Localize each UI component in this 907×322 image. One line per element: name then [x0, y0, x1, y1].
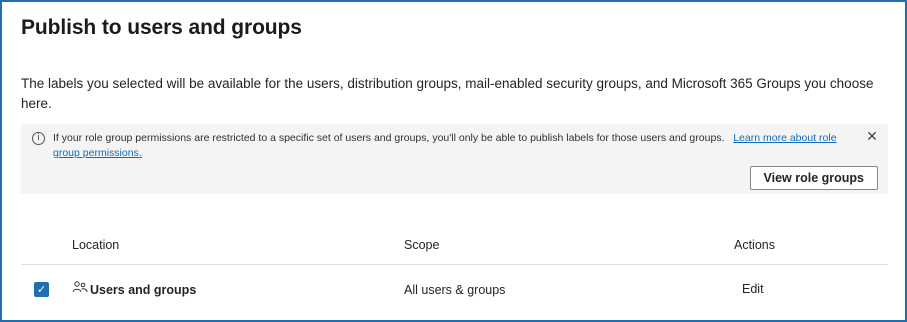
table-row: ✓ Users and groups All users & groups Ed…: [21, 274, 888, 304]
column-header-actions: Actions: [734, 238, 775, 252]
info-icon: i: [32, 132, 45, 145]
close-icon[interactable]: ✕: [865, 130, 879, 144]
users-icon: [72, 281, 88, 293]
info-message-text: If your role group permissions are restr…: [53, 132, 725, 144]
edit-button[interactable]: Edit: [742, 282, 764, 296]
view-role-groups-button[interactable]: View role groups: [749, 166, 878, 190]
description-text: The labels you selected will be availabl…: [21, 76, 874, 111]
row-checkbox[interactable]: ✓: [34, 282, 49, 297]
info-message: If your role group permissions are restr…: [53, 131, 843, 161]
column-header-scope[interactable]: Scope: [404, 238, 439, 252]
location-cell: Users and groups: [90, 283, 197, 297]
info-banner: i If your role group permissions are res…: [21, 124, 888, 194]
scope-cell: All users & groups: [404, 283, 506, 297]
dialog-frame: Publish to users and groups The labels y…: [0, 0, 907, 322]
page-title: Publish to users and groups: [21, 16, 302, 39]
column-header-location[interactable]: Location: [72, 238, 119, 252]
table-header: Location Scope Actions: [21, 234, 888, 265]
